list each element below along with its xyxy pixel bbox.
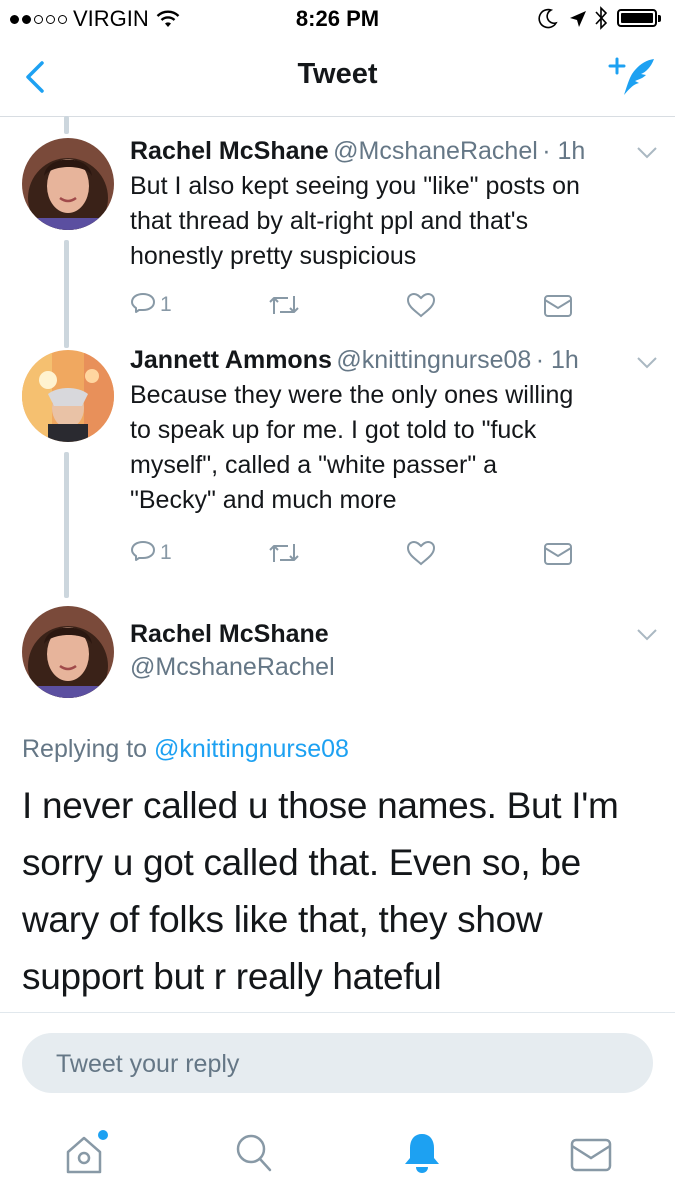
direct-message-button[interactable] [543,294,573,318]
compose-tweet-icon[interactable] [608,56,656,98]
tweet-actions: 1 [0,536,675,576]
search-icon [236,1134,272,1172]
tweet-text-line: wary of folks like that, they show [22,899,543,940]
envelope-icon [544,543,572,565]
reply-icon [131,541,155,561]
tweet-text-line: that thread by alt-right ppl and that's [130,207,529,235]
envelope-icon [544,295,572,317]
display-name[interactable]: Jannett Ammons [130,346,332,374]
tweet-text-line: sorry u got called that. Even so, be [22,842,581,883]
heart-icon [406,292,436,318]
like-button[interactable] [406,540,436,566]
tweet-text: But I also kept seeing you "like" posts … [130,169,660,274]
tweet-text-line: I never called u those names. But I'm [22,785,619,826]
reply-button[interactable]: 1 [130,540,172,566]
tweet-item[interactable]: Jannett Ammons @knittingnurse08 · 1h Bec… [0,340,675,590]
tweet-item[interactable]: Rachel McShane @McshaneRachel · 1h But I… [0,130,675,340]
status-bar: VIRGIN 8:26 PM [0,0,675,38]
bluetooth-icon [595,6,608,30]
reply-composer[interactable] [22,1033,653,1095]
battery-icon [617,9,661,27]
retweet-icon [269,544,299,562]
tab-search[interactable] [234,1132,274,1179]
notifications-icon [405,1134,439,1173]
direct-message-button[interactable] [543,542,573,566]
nav-bar: Tweet [0,38,675,117]
heart-icon [406,540,436,566]
focused-tweet: Rachel McShane @McshaneRachel Replying t… [0,600,675,1010]
replying-to-label: Replying to [22,735,148,763]
tweet-text-line: support but r really hateful [22,956,442,997]
tweet-text-line: to speak up for me. I got told to "fuck [130,416,537,444]
avatar[interactable] [22,138,114,230]
reply-input[interactable] [54,1033,618,1095]
tweet-text-line: Because they were the only ones willing [130,381,574,409]
tab-bar [0,1110,675,1200]
chevron-down-icon[interactable] [636,628,658,642]
user-handle[interactable]: @McshaneRachel [333,137,538,165]
home-icon [66,1130,108,1174]
tweet-text-line: honestly pretty suspicious [130,242,417,270]
tweet-text-line: But I also kept seeing you "like" posts … [130,172,580,200]
retweet-button[interactable] [266,540,302,566]
chevron-down-icon[interactable] [636,356,658,370]
tweet-header: Rachel McShane @McshaneRachel · 1h [130,137,585,166]
tweet-text: Because they were the only ones willing … [130,378,660,518]
replying-to: Replying to @knittingnurse08 [22,735,349,764]
avatar[interactable] [22,350,114,442]
reply-icon [131,293,155,313]
retweet-icon [269,296,299,314]
moon-icon [538,8,558,29]
tweet-header: Jannett Ammons @knittingnurse08 · 1h [130,346,579,375]
avatar[interactable] [22,606,114,698]
user-handle[interactable]: @knittingnurse08 [336,346,531,374]
user-handle[interactable]: @McshaneRachel [130,653,335,682]
timestamp: · 1h [535,346,579,374]
tweet-text-line: "Becky" and much more [130,486,397,514]
display-name[interactable]: Rachel McShane [130,620,329,649]
timestamp: · 1h [542,137,586,165]
divider [0,1012,675,1013]
tab-messages[interactable] [570,1138,612,1177]
tweet-actions: 1 [0,288,675,328]
like-button[interactable] [406,292,436,318]
location-icon [570,11,586,27]
tweet-text-line: myself", called a "white passer" a [130,451,498,479]
tab-notifications[interactable] [402,1130,442,1179]
tweet-text: I never called u those names. But I'm so… [22,777,662,1005]
reply-button[interactable]: 1 [130,292,172,318]
page-title: Tweet [297,58,378,90]
reply-count: 1 [160,541,172,564]
tab-home[interactable] [62,1128,110,1183]
display-name[interactable]: Rachel McShane [130,137,329,165]
reply-count: 1 [160,293,172,316]
replying-to-handle[interactable]: @knittingnurse08 [154,735,349,763]
messages-icon [570,1138,612,1172]
chevron-down-icon[interactable] [636,146,658,160]
retweet-button[interactable] [266,292,302,318]
